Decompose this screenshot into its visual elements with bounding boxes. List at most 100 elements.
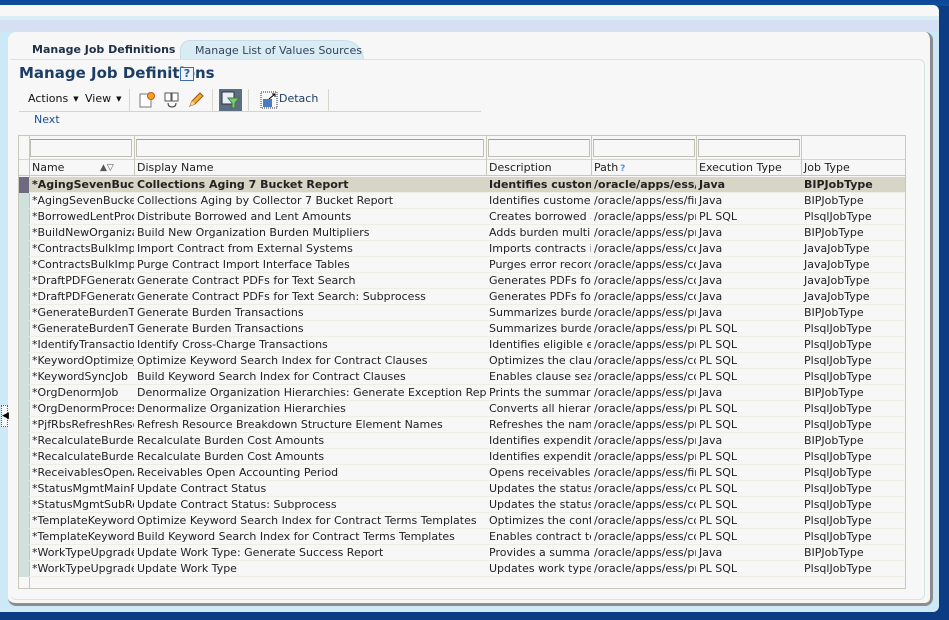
- row-header[interactable]: [19, 545, 29, 561]
- row-header[interactable]: [19, 305, 29, 321]
- table-row[interactable]: *BuildNewOrganizatioBuild New Organizati…: [19, 225, 905, 241]
- table-row[interactable]: *StatusMgmtSubReq1Update Contract Status…: [19, 497, 905, 513]
- cell-description: Adds burden multiplie: [489, 226, 591, 239]
- row-header[interactable]: [19, 193, 29, 209]
- toolbar-separator: [248, 89, 249, 111]
- duplicate-icon[interactable]: [163, 91, 181, 109]
- table-row[interactable]: *TemplateKeywordSyBuild Keyword Search I…: [19, 529, 905, 545]
- table-row[interactable]: *ContractsBulkImportPurge Contract Impor…: [19, 257, 905, 273]
- cell-path: /oracle/apps/ess/proj: [594, 338, 696, 351]
- row-header[interactable]: [19, 257, 29, 273]
- detach-button[interactable]: Detach: [279, 88, 318, 110]
- row-header[interactable]: [19, 273, 29, 289]
- view-menu[interactable]: View ▼: [85, 88, 122, 110]
- column-header-execution-type[interactable]: Execution Type: [697, 160, 801, 176]
- cell-name: *ContractsBulkImport: [32, 258, 134, 271]
- cell-display-name: Generate Contract PDFs for Text Search: [137, 274, 356, 287]
- detach-icon[interactable]: [260, 91, 278, 109]
- table-row[interactable]: *StatusMgmtMainRecUpdate Contract Status…: [19, 481, 905, 497]
- help-icon[interactable]: ?: [620, 164, 625, 174]
- row-header[interactable]: [19, 385, 29, 401]
- table-row[interactable]: *DraftPDFGenerator1Generate Contract PDF…: [19, 273, 905, 289]
- filter-name-input[interactable]: [30, 139, 132, 157]
- header-band: [0, 20, 939, 32]
- view-label: View: [85, 92, 112, 105]
- cell-display-name: Recalculate Burden Cost Amounts: [137, 450, 325, 463]
- column-header-display-name[interactable]: Display Name: [135, 160, 486, 176]
- row-header[interactable]: [19, 417, 29, 433]
- edit-icon[interactable]: [187, 91, 205, 109]
- cell-job-type: PlsqlJobType: [804, 514, 872, 527]
- row-header[interactable]: [19, 433, 29, 449]
- table-row[interactable]: *WorkTypeUpgradeJ Update Work Type Updates…: [19, 561, 905, 577]
- row-header[interactable]: [19, 289, 29, 305]
- row-header[interactable]: [19, 497, 29, 513]
- tab-manage-list-of-values-sources[interactable]: Manage List of Values Sources: [180, 40, 364, 60]
- row-header[interactable]: [19, 209, 29, 225]
- query-by-example-icon[interactable]: [219, 89, 242, 111]
- table-row[interactable]: *AgingSevenBucketBCollections Aging by C…: [19, 193, 905, 209]
- table-row[interactable]: *WorkTypeUpgradeB Update Work Type: Gener…: [19, 545, 905, 561]
- filter-display-name-input[interactable]: [136, 139, 484, 157]
- next-link[interactable]: Next: [34, 113, 60, 126]
- row-header[interactable]: [19, 177, 29, 193]
- table-row[interactable]: *DraftPDFGeneratorSGenerate Contract PDF…: [19, 289, 905, 305]
- table-row[interactable]: *ReceivablesOpenAcReceivables Open Accou…: [19, 465, 905, 481]
- row-header[interactable]: [19, 353, 29, 369]
- cell-display-name: Refresh Resource Breakdown Structure Ele…: [137, 418, 443, 431]
- cell-name: *BuildNewOrganizatio: [32, 226, 134, 239]
- row-header[interactable]: [19, 481, 29, 497]
- table-row[interactable]: *BorrowedLentProcesDistribute Borrowed a…: [19, 209, 905, 225]
- table-row[interactable]: *KeywordOptimizeJobOptimize Keyword Sear…: [19, 353, 905, 369]
- column-header-description[interactable]: Description: [487, 160, 591, 176]
- table-row[interactable]: *GenerateBurdenTraiGenerate Burden Trans…: [19, 321, 905, 337]
- cell-name: *GenerateBurdenTrai: [32, 306, 134, 319]
- row-header[interactable]: [19, 449, 29, 465]
- table-row[interactable]: *GenerateBurdenTraiGenerate Burden Trans…: [19, 305, 905, 321]
- cell-name: *ContractsBulkImport: [32, 242, 134, 255]
- row-header[interactable]: [19, 321, 29, 337]
- column-header-path[interactable]: Path?: [592, 160, 696, 176]
- tab-manage-job-definitions[interactable]: Manage Job Definitions: [18, 40, 189, 60]
- table-row[interactable]: *PjfRbsRefreshResouRefresh Resource Brea…: [19, 417, 905, 433]
- row-header[interactable]: [19, 369, 29, 385]
- row-header[interactable]: [19, 561, 29, 577]
- column-header-label: Name: [32, 161, 65, 174]
- cell-path: /oracle/apps/ess/proj: [594, 562, 696, 575]
- cell-description: Identifies eligible expe: [489, 338, 591, 351]
- table-row[interactable]: *IdentifyTransactionsIdentify Cross-Char…: [19, 337, 905, 353]
- table-row[interactable]: *ContractsBulkImportImport Contract from…: [19, 241, 905, 257]
- cell-description: Optimizes the clause: [489, 354, 591, 367]
- row-header[interactable]: [19, 337, 29, 353]
- actions-menu[interactable]: Actions ▼: [28, 88, 79, 110]
- sort-icon[interactable]: ▲▽: [100, 160, 114, 176]
- create-icon[interactable]: [138, 91, 156, 109]
- table-row[interactable]: *TemplateKeywordOpOptimize Keyword Searc…: [19, 513, 905, 529]
- filter-path-input[interactable]: [593, 139, 695, 157]
- row-header[interactable]: [19, 529, 29, 545]
- row-header[interactable]: [19, 465, 29, 481]
- cell-display-name: Receivables Open Accounting Period: [137, 466, 339, 479]
- cell-path: /oracle/apps/ess/proj: [594, 322, 696, 335]
- column-header-name[interactable]: Name ▲▽: [30, 160, 134, 176]
- row-header[interactable]: [19, 513, 29, 529]
- row-header[interactable]: [19, 401, 29, 417]
- row-header[interactable]: [19, 241, 29, 257]
- cell-execution-type: PL SQL: [699, 210, 738, 223]
- table-row[interactable]: *AgingSevenBucketCollections Aging 7 Buc…: [19, 177, 905, 193]
- cell-display-name: Generate Burden Transactions: [137, 306, 304, 319]
- table-row[interactable]: *RecalculateBurdenCRecalculate Burden Co…: [19, 433, 905, 449]
- cell-job-type: BIPJobType: [804, 194, 864, 207]
- column-header-job-type[interactable]: Job Type: [802, 160, 905, 176]
- collapse-left-icon[interactable]: ◀: [2, 411, 9, 421]
- table-row[interactable]: *OrgDenormJob Denormalize Organization Hi…: [19, 385, 905, 401]
- table-row[interactable]: *OrgDenormProcessMDenormalize Organizati…: [19, 401, 905, 417]
- filter-description-input[interactable]: [488, 139, 590, 157]
- cell-execution-type: Java: [699, 546, 723, 559]
- filter-execution-type-input[interactable]: [698, 139, 800, 157]
- panel-splitter[interactable]: ◀: [1, 405, 9, 427]
- table-row[interactable]: *KeywordSyncJob Build Keyword Search Inde…: [19, 369, 905, 385]
- table-row[interactable]: *RecalculateBurdenCRecalculate Burden Co…: [19, 449, 905, 465]
- help-icon[interactable]: ?: [180, 67, 194, 81]
- row-header[interactable]: [19, 225, 29, 241]
